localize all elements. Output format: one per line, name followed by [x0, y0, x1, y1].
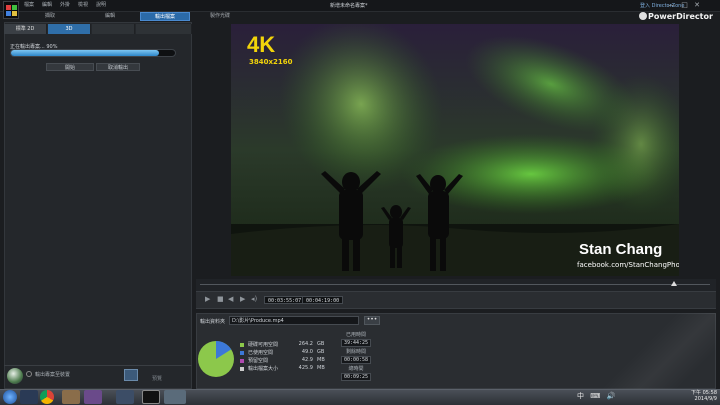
legend-label-output: 輸出檔案大小	[248, 366, 279, 372]
disk-usage-pie	[198, 341, 234, 377]
total-time-value: 00:09:25	[341, 373, 371, 381]
cancel-produce-button[interactable]: 取消輸出	[96, 63, 140, 71]
scrubber-track	[200, 284, 710, 285]
tab-device[interactable]	[92, 24, 135, 34]
resolution-label: 3840x2160	[249, 58, 293, 66]
legend-unit-used: GB	[317, 349, 325, 355]
playhead[interactable]	[671, 281, 678, 286]
legend-unit-reserved: MB	[317, 357, 325, 363]
legend-swatch-reserved	[240, 359, 244, 363]
play-icon[interactable]: ▶	[205, 295, 210, 303]
legend-value-reserved: 42.9	[301, 357, 313, 363]
video-preview[interactable]: 4K 3840x2160 Stan Chang facebook.com/Sta…	[231, 24, 679, 276]
legend-label-free: 硬碟可用空間	[248, 342, 279, 348]
legend-swatch-output	[240, 367, 244, 371]
legend-value-output: 425.9	[298, 365, 313, 371]
app-icon[interactable]	[164, 390, 186, 404]
divider	[4, 365, 192, 366]
tab-produce[interactable]: 輸出檔案	[140, 12, 190, 21]
stop-icon[interactable]: ■	[217, 295, 224, 303]
tab-standard-2d[interactable]: 標準 2D	[4, 24, 47, 34]
preview-thumbnail-icon[interactable]	[124, 369, 138, 381]
document-title: 新增未命名專案*	[330, 3, 368, 9]
menu-plugins[interactable]: 外掛	[60, 1, 70, 8]
preview-label: 預覽	[152, 376, 163, 382]
volume-icon[interactable]: ◂)	[251, 295, 257, 303]
system-tray[interactable]: 中 ⌨ 🔊	[577, 391, 617, 401]
legend-swatch-free	[240, 343, 244, 347]
app-icon[interactable]	[62, 390, 80, 404]
mode-tabs: 擷取 編輯 輸出檔案 製作光碟	[20, 12, 280, 22]
browse-button[interactable]: •••	[364, 316, 380, 325]
menu-help[interactable]: 說明	[96, 1, 106, 8]
timecode-current: 00:03:55:07	[264, 296, 306, 304]
timeline-scrubber[interactable]	[196, 279, 716, 291]
window-controls[interactable]: — □ ✕	[668, 1, 702, 9]
produce-panel	[4, 22, 192, 389]
legend-value-free: 264.2	[298, 341, 313, 347]
tab-edit[interactable]: 編輯	[90, 12, 130, 21]
legend-unit-free: GB	[317, 341, 325, 347]
next-frame-icon[interactable]: ▶	[240, 295, 245, 303]
menu-edit[interactable]: 編輯	[42, 1, 52, 8]
output-folder-label: 輸出資料夾	[200, 319, 226, 325]
elapsed-time-value: 39:44:25	[341, 339, 371, 347]
menu-view[interactable]: 檢視	[78, 1, 88, 8]
prev-frame-icon[interactable]: ◀	[228, 295, 233, 303]
brand-icon	[639, 12, 647, 20]
brand-name: PowerDirector	[648, 12, 713, 21]
taskbar-clock[interactable]: 下午 05:58 2014/9/9	[683, 390, 717, 402]
decorative-background	[600, 313, 716, 389]
format-tabs: 標準 2D 3D	[4, 24, 192, 34]
app-icon[interactable]	[84, 390, 102, 404]
progress-fill	[11, 50, 159, 56]
total-time-label: 總時間	[348, 366, 364, 372]
watermark-url: facebook.com/StanChangPhoto	[577, 261, 679, 269]
legend-label-used: 已使用空間	[248, 350, 274, 356]
tab-create-disc[interactable]: 製作光碟	[200, 12, 240, 21]
app-logo-icon[interactable]	[3, 1, 19, 19]
chrome-icon[interactable]	[40, 390, 54, 404]
aurora-frame	[231, 24, 679, 276]
output-folder-field[interactable]: D:\影片\Produce.mp4	[229, 316, 359, 325]
watermark-name: Stan Chang	[579, 241, 663, 258]
progress-bar	[10, 49, 176, 57]
remaining-time-label: 剩餘時間	[345, 349, 366, 355]
4k-badge: 4K	[247, 32, 276, 57]
device-radio[interactable]	[26, 371, 32, 377]
remaining-time-value: 00:00:58	[341, 356, 371, 364]
clock-date: 2014/9/9	[694, 396, 717, 402]
tab-online[interactable]	[136, 24, 192, 34]
legend-swatch-used	[240, 351, 244, 355]
legend-label-reserved: 預留空間	[248, 358, 269, 364]
timecode-total: 00:04:19:00	[302, 296, 344, 304]
legend-value-used: 49.0	[301, 349, 313, 355]
app-icon[interactable]	[116, 390, 134, 404]
powerdirector-taskbar-icon[interactable]	[142, 390, 160, 404]
explorer-icon[interactable]	[20, 390, 38, 404]
elapsed-time-label: 已用時間	[345, 332, 366, 338]
start-button[interactable]: 開始	[46, 63, 94, 71]
menu-file[interactable]: 檔案	[24, 1, 34, 8]
legend-unit-output: MB	[317, 365, 325, 371]
tab-capture[interactable]: 擷取	[30, 12, 70, 21]
tab-3d[interactable]: 3D	[48, 24, 91, 34]
start-button-icon[interactable]	[3, 390, 17, 404]
globe-icon	[7, 368, 23, 384]
device-option-label: 輸出專案至裝置	[35, 372, 71, 378]
